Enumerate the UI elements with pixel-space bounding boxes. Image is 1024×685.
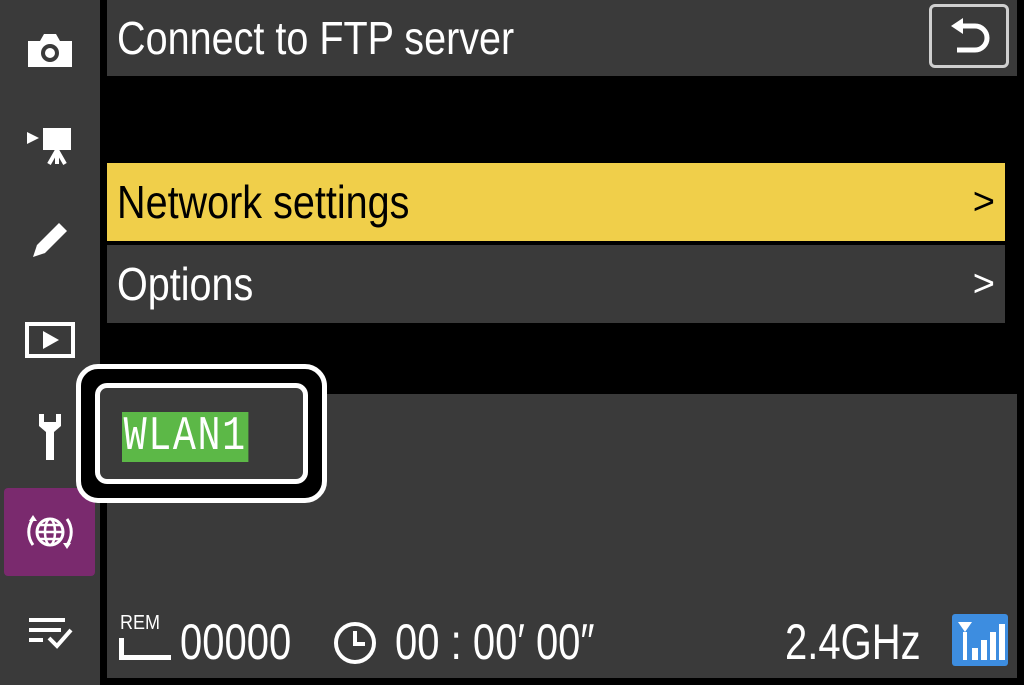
menu-item-label: Network settings [117, 176, 410, 228]
menu-item-network-settings[interactable]: Network settings > [107, 163, 1005, 241]
chevron-right-icon: > [972, 263, 995, 305]
remaining-bracket-icon [119, 638, 171, 660]
my-menu-list-icon [28, 618, 73, 649]
back-button[interactable] [929, 4, 1009, 68]
back-return-icon [951, 18, 990, 53]
camera-icon [27, 34, 72, 67]
signal-strength-icon [952, 614, 1008, 666]
sidebar-item-my-menu[interactable] [4, 588, 95, 676]
chevron-right-icon: > [972, 181, 995, 223]
sidebar-item-network[interactable] [4, 488, 95, 576]
rem-label: REM [120, 612, 161, 634]
menu-item-label: Options [117, 258, 254, 310]
network-globe-icon [26, 515, 73, 549]
remaining-count: 00000 [180, 614, 292, 670]
sidebar-item-movie-recording[interactable] [4, 100, 95, 188]
sidebar-item-custom-settings[interactable] [4, 196, 95, 284]
elapsed-time: 00 : 00′ 00″ [395, 614, 595, 670]
page-title: Connect to FTP server [117, 12, 515, 64]
menu-sidebar [0, 0, 100, 685]
clock-icon [334, 622, 376, 664]
wrench-icon [38, 414, 61, 460]
menu-item-options[interactable]: Options > [107, 245, 1005, 323]
pencil-icon [32, 223, 67, 257]
wireless-band: 2.4GHz [785, 614, 921, 670]
network-profile-name: WLAN1 [122, 410, 249, 464]
sidebar-item-photo-shooting[interactable] [4, 6, 95, 94]
movie-camera-icon [26, 128, 71, 165]
camera-menu-screen: Connect to FTP server Network settings >… [0, 0, 1024, 685]
play-icon [24, 322, 75, 358]
title-bar: Connect to FTP server [107, 0, 1017, 76]
